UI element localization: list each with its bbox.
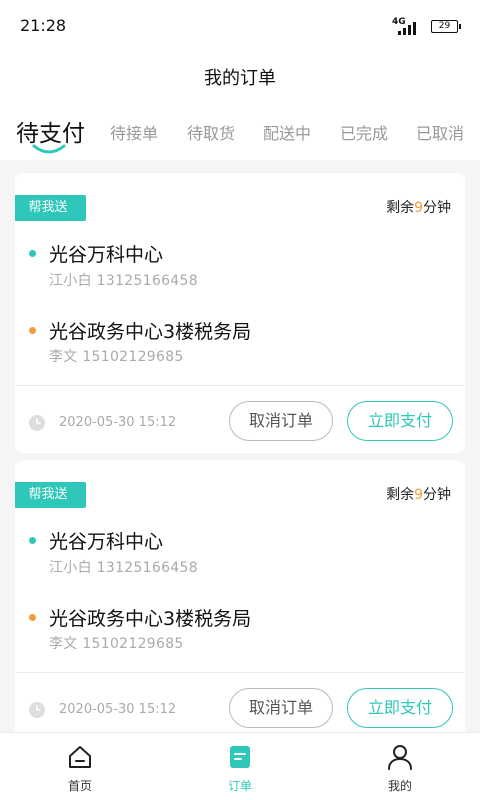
- nav-bar: 我的订单: [0, 52, 480, 102]
- nav-profile[interactable]: 我的: [360, 733, 440, 800]
- clock-icon: [29, 702, 45, 718]
- dropoff-dot-icon: [29, 614, 36, 621]
- user-icon: [388, 745, 412, 770]
- time-remaining: 剩余9分钟: [386, 200, 451, 216]
- nav-home-label: 首页: [67, 779, 92, 793]
- nav-profile-label: 我的: [387, 779, 412, 793]
- nav-orders-label: 订单: [227, 779, 252, 793]
- dropoff-dot-icon: [29, 327, 36, 334]
- order-icon: [230, 746, 250, 768]
- divider: [15, 385, 465, 386]
- dropoff-name: 光谷政务中心3楼税务局: [49, 608, 252, 630]
- clock-icon: [29, 415, 45, 431]
- dropoff-name: 光谷政务中心3楼税务局: [49, 321, 252, 343]
- tab-cancelled[interactable]: 已取消: [416, 120, 464, 144]
- order-card[interactable]: 帮我送 剩余9分钟 光谷万科中心 江小白 13125166458 光谷政务中心3…: [15, 173, 465, 453]
- pickup-dot-icon: [29, 537, 36, 544]
- pickup-dot-icon: [29, 250, 36, 257]
- divider: [15, 672, 465, 673]
- order-type-tag: 帮我送: [15, 195, 86, 221]
- battery-icon: 29: [431, 20, 461, 33]
- nav-home[interactable]: 首页: [40, 733, 120, 800]
- time-remaining: 剩余9分钟: [386, 487, 451, 503]
- home-icon: [69, 746, 91, 768]
- tab-active-indicator: [32, 144, 66, 154]
- dropoff-contact: 李文 15102129685: [49, 349, 184, 365]
- cancel-order-button[interactable]: 取消订单: [229, 688, 333, 728]
- tab-awaiting-acceptance[interactable]: 待接单: [110, 120, 158, 144]
- pickup-contact: 江小白 13125166458: [49, 273, 198, 289]
- minutes-remaining: 9: [414, 200, 423, 216]
- tab-awaiting-pickup[interactable]: 待取货: [187, 120, 235, 144]
- order-type-tag: 帮我送: [15, 482, 86, 508]
- minutes-remaining: 9: [414, 487, 423, 503]
- order-card[interactable]: 帮我送 剩余9分钟 光谷万科中心 江小白 13125166458 光谷政务中心3…: [15, 460, 465, 732]
- bottom-nav: 首页 订单 我的: [0, 732, 480, 800]
- pickup-name: 光谷万科中心: [49, 531, 164, 553]
- network-type: 4G: [392, 17, 406, 27]
- order-time: 2020-05-30 15:12: [59, 702, 177, 717]
- dropoff-contact: 李文 15102129685: [49, 636, 184, 652]
- status-time: 21:28: [20, 16, 67, 35]
- tab-completed[interactable]: 已完成: [340, 120, 388, 144]
- order-list[interactable]: 帮我送 剩余9分钟 光谷万科中心 江小白 13125166458 光谷政务中心3…: [0, 160, 480, 732]
- status-bar: 21:28 4G 29: [0, 0, 480, 52]
- page-title: 我的订单: [204, 68, 276, 89]
- pickup-name: 光谷万科中心: [49, 244, 164, 266]
- order-time: 2020-05-30 15:12: [59, 415, 177, 430]
- nav-orders[interactable]: 订单: [200, 733, 280, 800]
- pickup-contact: 江小白 13125166458: [49, 560, 198, 576]
- signal-icon: 4G: [392, 17, 418, 35]
- cancel-order-button[interactable]: 取消订单: [229, 401, 333, 441]
- tab-pending-payment[interactable]: 待支付: [16, 114, 85, 148]
- pay-now-button[interactable]: 立即支付: [347, 688, 453, 728]
- order-status-tabs: 待支付 待接单 待取货 配送中 已完成 已取消: [0, 102, 480, 160]
- tab-delivering[interactable]: 配送中: [263, 120, 311, 144]
- battery-level: 29: [438, 21, 451, 31]
- pay-now-button[interactable]: 立即支付: [347, 401, 453, 441]
